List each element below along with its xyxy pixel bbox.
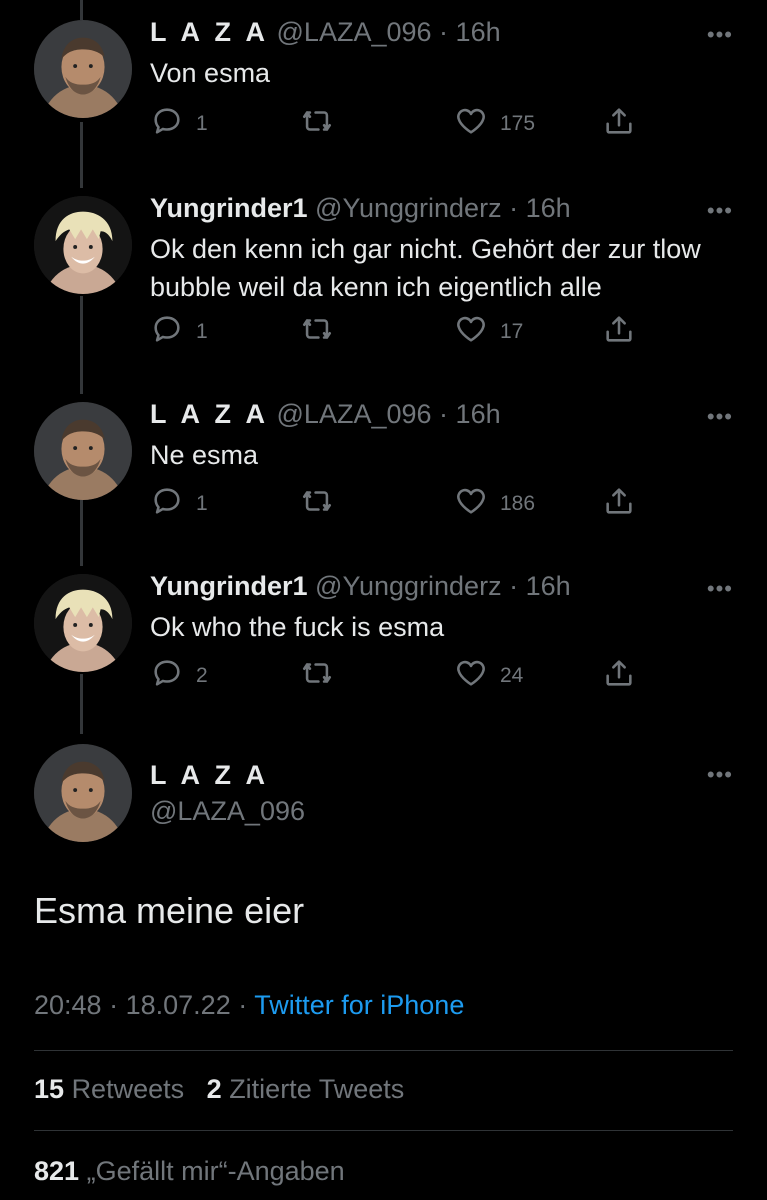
likes-count: 821 xyxy=(34,1156,80,1186)
divider xyxy=(34,1130,733,1131)
divider xyxy=(34,1050,733,1051)
tweet-thread-page: L A Z A @LAZA_096 · 16h ••• Von esma 1 1… xyxy=(0,0,767,1200)
tweet-source-link[interactable]: Twitter for iPhone xyxy=(254,990,464,1020)
tweet-meta: 20:48 · 18.07.22 · Twitter for iPhone xyxy=(34,990,464,1021)
quotes-label: Zitierte Tweets xyxy=(229,1074,405,1104)
author-handle[interactable]: @LAZA_096 xyxy=(150,796,305,827)
likes-stats: 821 „Gefällt mir“-Angaben xyxy=(34,1156,345,1187)
avatar-laza[interactable] xyxy=(34,744,132,842)
main-tweet: L A Z A @LAZA_096 ••• Esma meine eier 20… xyxy=(0,0,767,1200)
retweets-count: 15 xyxy=(34,1074,65,1104)
retweets-label: Retweets xyxy=(71,1074,185,1104)
retweets-link[interactable]: 15 Retweets xyxy=(34,1074,184,1104)
tweet-date[interactable]: 18.07.22 xyxy=(126,990,231,1020)
separator: · xyxy=(109,990,119,1020)
likes-link[interactable]: 821 „Gefällt mir“-Angaben xyxy=(34,1156,345,1186)
retweet-stats: 15 Retweets 2 Zitierte Tweets xyxy=(34,1074,404,1105)
quotes-count: 2 xyxy=(206,1074,222,1104)
separator: · xyxy=(238,990,248,1020)
tweet-timestamp[interactable]: 20:48 xyxy=(34,990,102,1020)
main-tweet-text: Esma meine eier xyxy=(34,890,305,931)
quotes-link[interactable]: 2 Zitierte Tweets xyxy=(207,1074,405,1104)
more-icon[interactable]: ••• xyxy=(707,762,733,788)
author-name[interactable]: L A Z A xyxy=(150,760,269,791)
likes-label: „Gefällt mir“-Angaben xyxy=(86,1156,345,1186)
